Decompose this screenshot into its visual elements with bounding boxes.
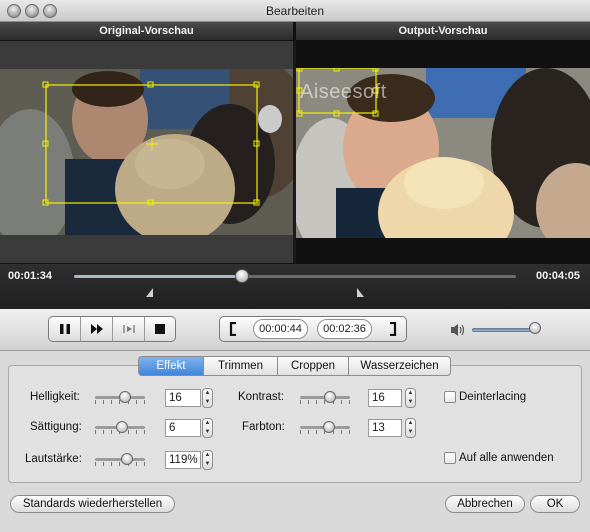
pause-icon — [59, 324, 70, 334]
tab-croppen[interactable]: Croppen — [278, 356, 349, 376]
set-start-button[interactable] — [228, 321, 238, 339]
hue-slider-knob[interactable] — [323, 421, 335, 433]
trim-range-control — [219, 316, 407, 342]
saturation-slider[interactable] — [95, 421, 145, 434]
deinterlacing-label: Deinterlacing — [459, 391, 527, 403]
fast-forward-icon — [90, 324, 103, 334]
apply-all-checkbox[interactable] — [444, 452, 456, 464]
fast-forward-button[interactable] — [81, 317, 113, 341]
tab-wasserzeichen[interactable]: Wasserzeichen — [349, 356, 451, 376]
hue-stepper[interactable]: ▲ ▼ — [405, 418, 416, 438]
trim-end-marker[interactable] — [357, 288, 364, 297]
saturation-slider-knob[interactable] — [116, 421, 128, 433]
hue-label: Farbton: — [242, 421, 285, 433]
playback-controls: 00:00:44 00:02:36 — [0, 309, 590, 351]
volume-input[interactable]: 119% — [165, 451, 201, 469]
playback-button-group — [48, 316, 176, 342]
edit-tabs: Effekt Trimmen Croppen Wasserzeichen — [138, 356, 451, 376]
snapshot-button[interactable] — [113, 317, 145, 341]
reset-defaults-button[interactable]: Standards wiederherstellen — [10, 495, 175, 513]
contrast-label: Kontrast: — [238, 391, 285, 403]
preview-area: Aiseesoft — [0, 41, 590, 263]
trim-start-marker[interactable] — [146, 288, 153, 297]
apply-all-label: Auf alle anwenden — [459, 452, 554, 464]
volume-knob[interactable] — [529, 322, 541, 334]
original-preview-label: Original-Vorschau — [99, 25, 194, 37]
deinterlacing-checkbox[interactable] — [444, 391, 456, 403]
trim-end-time[interactable]: 00:02:36 — [317, 319, 372, 339]
timeline-played — [74, 275, 242, 278]
pause-button[interactable] — [49, 317, 81, 341]
volume-stepper[interactable]: ▲ ▼ — [202, 450, 213, 470]
stop-button[interactable] — [145, 317, 175, 341]
zoom-window-icon[interactable] — [43, 4, 57, 18]
hue-slider[interactable] — [300, 421, 350, 434]
original-preview — [0, 41, 293, 263]
ok-button[interactable]: OK — [530, 495, 580, 513]
brightness-slider[interactable] — [95, 391, 145, 404]
minimize-window-icon[interactable] — [25, 4, 39, 18]
saturation-label: Sättigung: — [30, 421, 82, 433]
set-end-button[interactable] — [388, 321, 398, 339]
contrast-stepper[interactable]: ▲ ▼ — [405, 388, 416, 408]
saturation-input[interactable]: 6 — [165, 419, 201, 437]
contrast-slider-knob[interactable] — [324, 391, 336, 403]
volume-effect-slider-knob[interactable] — [121, 453, 133, 465]
window-titlebar: Bearbeiten — [0, 0, 590, 22]
timeline-knob[interactable] — [234, 269, 249, 283]
brightness-slider-knob[interactable] — [119, 391, 131, 403]
original-video-frame — [0, 69, 293, 235]
preview-header: Original-Vorschau Output-Vorschau — [0, 22, 590, 41]
watermark-text[interactable]: Aiseesoft — [300, 81, 387, 104]
volume-effect-slider-rail — [95, 458, 145, 461]
tab-effekt[interactable]: Effekt — [138, 356, 204, 376]
contrast-input[interactable]: 16 — [368, 389, 402, 407]
output-preview-label: Output-Vorschau — [398, 25, 488, 37]
speaker-icon[interactable] — [450, 323, 466, 337]
volume-effect-slider[interactable] — [95, 453, 145, 466]
contrast-slider[interactable] — [300, 391, 350, 404]
hue-input[interactable]: 13 — [368, 419, 402, 437]
tab-trimmen[interactable]: Trimmen — [204, 356, 278, 376]
close-window-icon[interactable] — [7, 4, 21, 18]
current-time: 00:01:34 — [8, 270, 53, 282]
total-time: 00:04:05 — [535, 270, 580, 282]
volume-label: Lautstärke: — [25, 453, 82, 465]
volume-effect-slider-ticks — [95, 462, 145, 466]
trim-start-icon — [229, 321, 236, 337]
brightness-stepper[interactable]: ▲ ▼ — [202, 388, 213, 408]
snapshot-icon — [123, 325, 134, 333]
timeline-track[interactable] — [74, 275, 516, 278]
trim-start-time[interactable]: 00:00:44 — [253, 319, 308, 339]
trim-end-icon — [390, 321, 397, 337]
cancel-button[interactable]: Abbrechen — [445, 495, 525, 513]
timeline: 00:01:34 00:04:05 — [0, 263, 590, 309]
saturation-stepper[interactable]: ▲ ▼ — [202, 418, 213, 438]
output-preview: Aiseesoft — [296, 41, 590, 263]
brightness-label: Helligkeit: — [30, 391, 80, 403]
stop-icon — [155, 324, 165, 334]
brightness-input[interactable]: 16 — [165, 389, 201, 407]
window-title: Bearbeiten — [265, 4, 325, 18]
